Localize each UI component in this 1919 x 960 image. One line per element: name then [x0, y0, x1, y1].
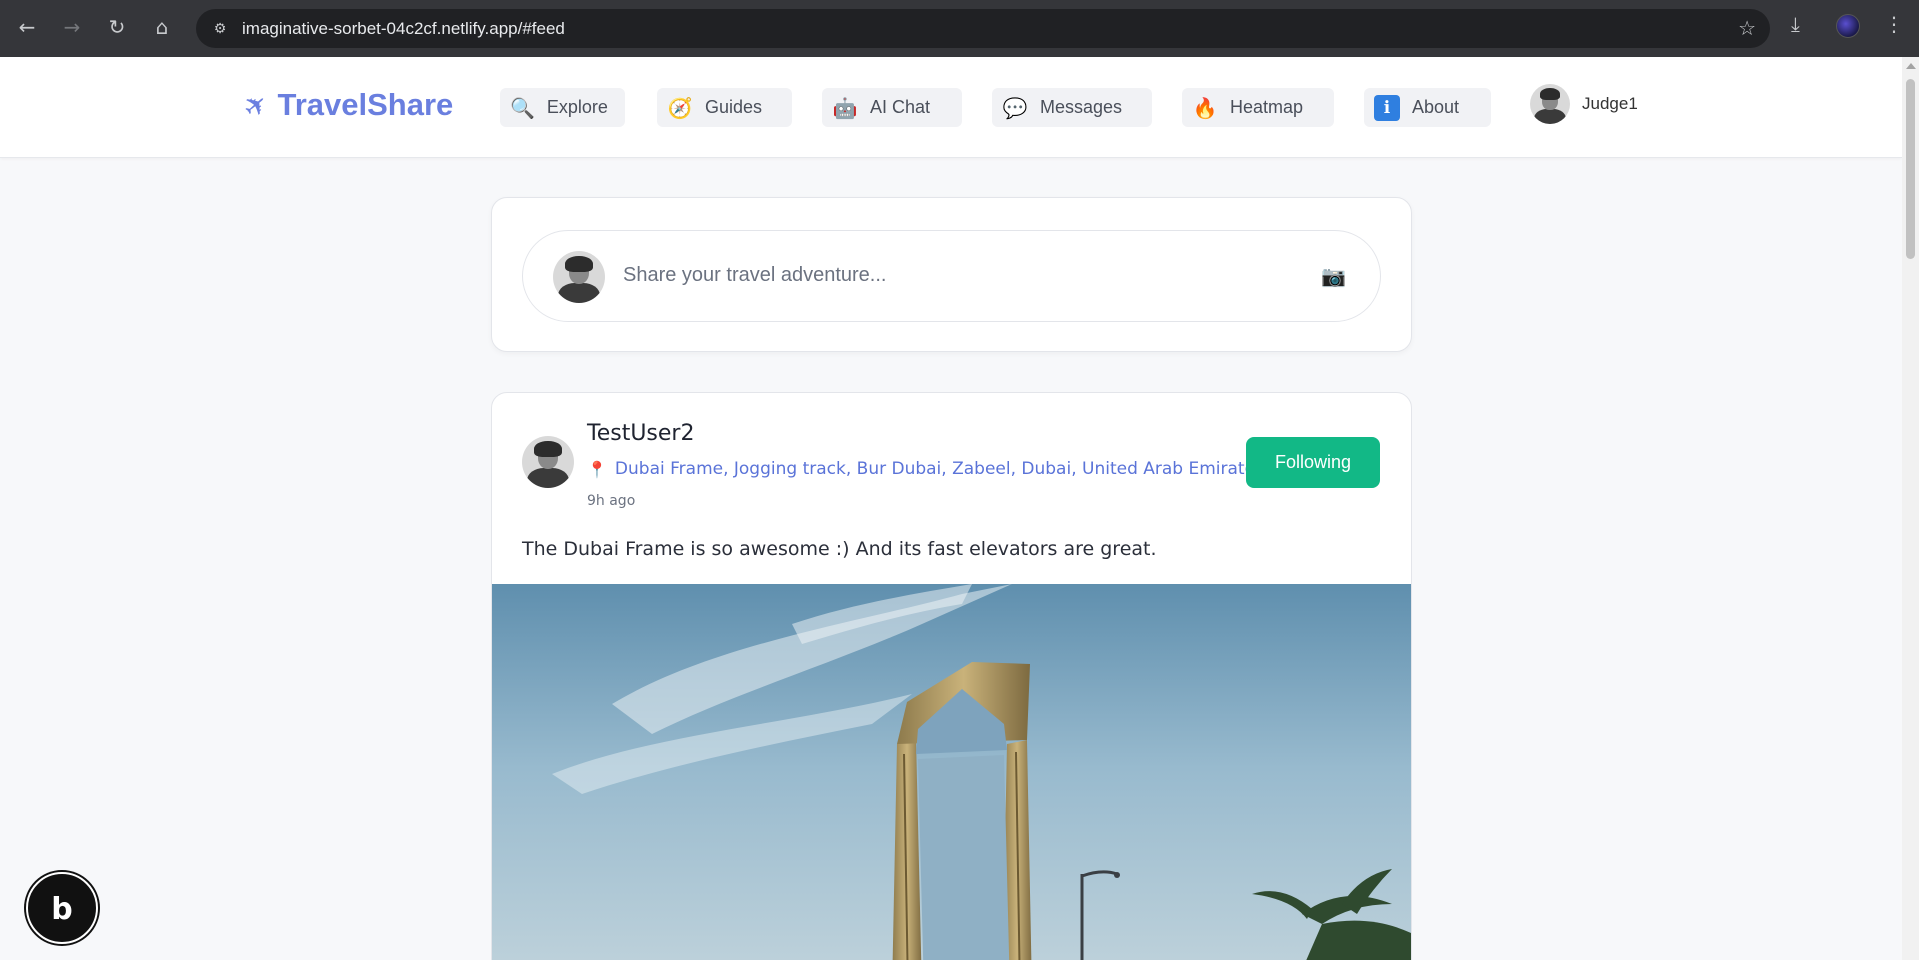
fire-icon: 🔥: [1192, 95, 1218, 120]
post-timestamp: 9h ago: [587, 493, 636, 509]
brand-logo[interactable]: ✈ TravelShare: [236, 85, 454, 125]
user-menu[interactable]: Judge1: [1530, 84, 1638, 124]
camera-icon[interactable]: 📷: [1321, 264, 1346, 288]
profile-avatar[interactable]: [1836, 14, 1860, 38]
download-icon[interactable]: ⤓: [1791, 12, 1800, 36]
bookmark-star-icon[interactable]: ☆: [1738, 16, 1756, 40]
nav-guides[interactable]: 🧭 Guides: [657, 88, 792, 127]
nav-label: AI Chat: [870, 97, 931, 117]
nav-label: Explore: [546, 97, 608, 117]
nav-messages[interactable]: 💬 Messages: [992, 88, 1152, 127]
brand-name: TravelShare: [277, 87, 454, 122]
scrollbar-thumb[interactable]: [1906, 79, 1915, 259]
nav-explore[interactable]: 🔍 Explore: [500, 88, 625, 127]
bolt-badge[interactable]: b: [26, 872, 98, 944]
forward-icon[interactable]: →: [57, 12, 87, 42]
author-avatar[interactable]: [522, 436, 574, 488]
info-icon: ℹ: [1374, 94, 1400, 121]
app-header: ✈ TravelShare 🔍 Explore 🧭 Guides 🤖 AI Ch…: [0, 57, 1902, 158]
site-info-icon[interactable]: ⚙: [208, 17, 232, 41]
bolt-logo-icon: b: [51, 892, 73, 927]
location-text[interactable]: Dubai Frame, Jogging track, Bur Dubai, Z…: [615, 459, 1264, 479]
post-composer-card: Share your travel adventure... 📷: [491, 197, 1412, 352]
nav-ai-chat[interactable]: 🤖 AI Chat: [822, 88, 962, 127]
compass-icon: 🧭: [667, 95, 693, 120]
post-photo[interactable]: [492, 584, 1411, 960]
nav-label: About: [1412, 97, 1460, 117]
airplane-icon: ✈: [236, 84, 276, 126]
post-author[interactable]: TestUser2: [587, 421, 694, 446]
nav-label: Heatmap: [1230, 97, 1304, 117]
nav-label: Guides: [705, 97, 763, 117]
robot-icon: 🤖: [832, 95, 858, 120]
back-icon[interactable]: ←: [12, 12, 42, 42]
nav-heatmap[interactable]: 🔥 Heatmap: [1182, 88, 1334, 127]
post-caption: The Dubai Frame is so awesome :) And its…: [522, 538, 1157, 560]
home-icon[interactable]: ⌂: [147, 12, 177, 42]
composer-avatar: [553, 251, 605, 303]
feed-post: TestUser2 📍 Dubai Frame, Jogging track, …: [491, 392, 1412, 960]
following-button[interactable]: Following: [1246, 437, 1380, 488]
reload-icon[interactable]: ↻: [102, 12, 132, 42]
user-avatar[interactable]: [1530, 84, 1570, 124]
speech-bubble-icon: 💬: [1002, 95, 1028, 120]
browser-menu-icon[interactable]: ⋮: [1884, 12, 1904, 36]
location-pin-icon: 📍: [587, 459, 607, 479]
dubai-frame-photo: [492, 584, 1411, 960]
search-icon: 🔍: [510, 95, 535, 120]
nav-about[interactable]: ℹ About: [1364, 88, 1491, 127]
page-scrollbar[interactable]: [1902, 57, 1919, 960]
address-bar[interactable]: ⚙ imaginative-sorbet-04c2cf.netlify.app/…: [196, 9, 1770, 48]
username[interactable]: Judge1: [1582, 94, 1638, 114]
browser-toolbar: ← → ↻ ⌂ ⚙ imaginative-sorbet-04c2cf.netl…: [0, 0, 1919, 57]
post-composer-input[interactable]: Share your travel adventure... 📷: [522, 230, 1381, 322]
composer-placeholder[interactable]: Share your travel adventure...: [623, 264, 886, 287]
url-text[interactable]: imaginative-sorbet-04c2cf.netlify.app/#f…: [242, 19, 565, 39]
nav-label: Messages: [1040, 97, 1123, 117]
post-location[interactable]: 📍 Dubai Frame, Jogging track, Bur Dubai,…: [587, 459, 1264, 479]
